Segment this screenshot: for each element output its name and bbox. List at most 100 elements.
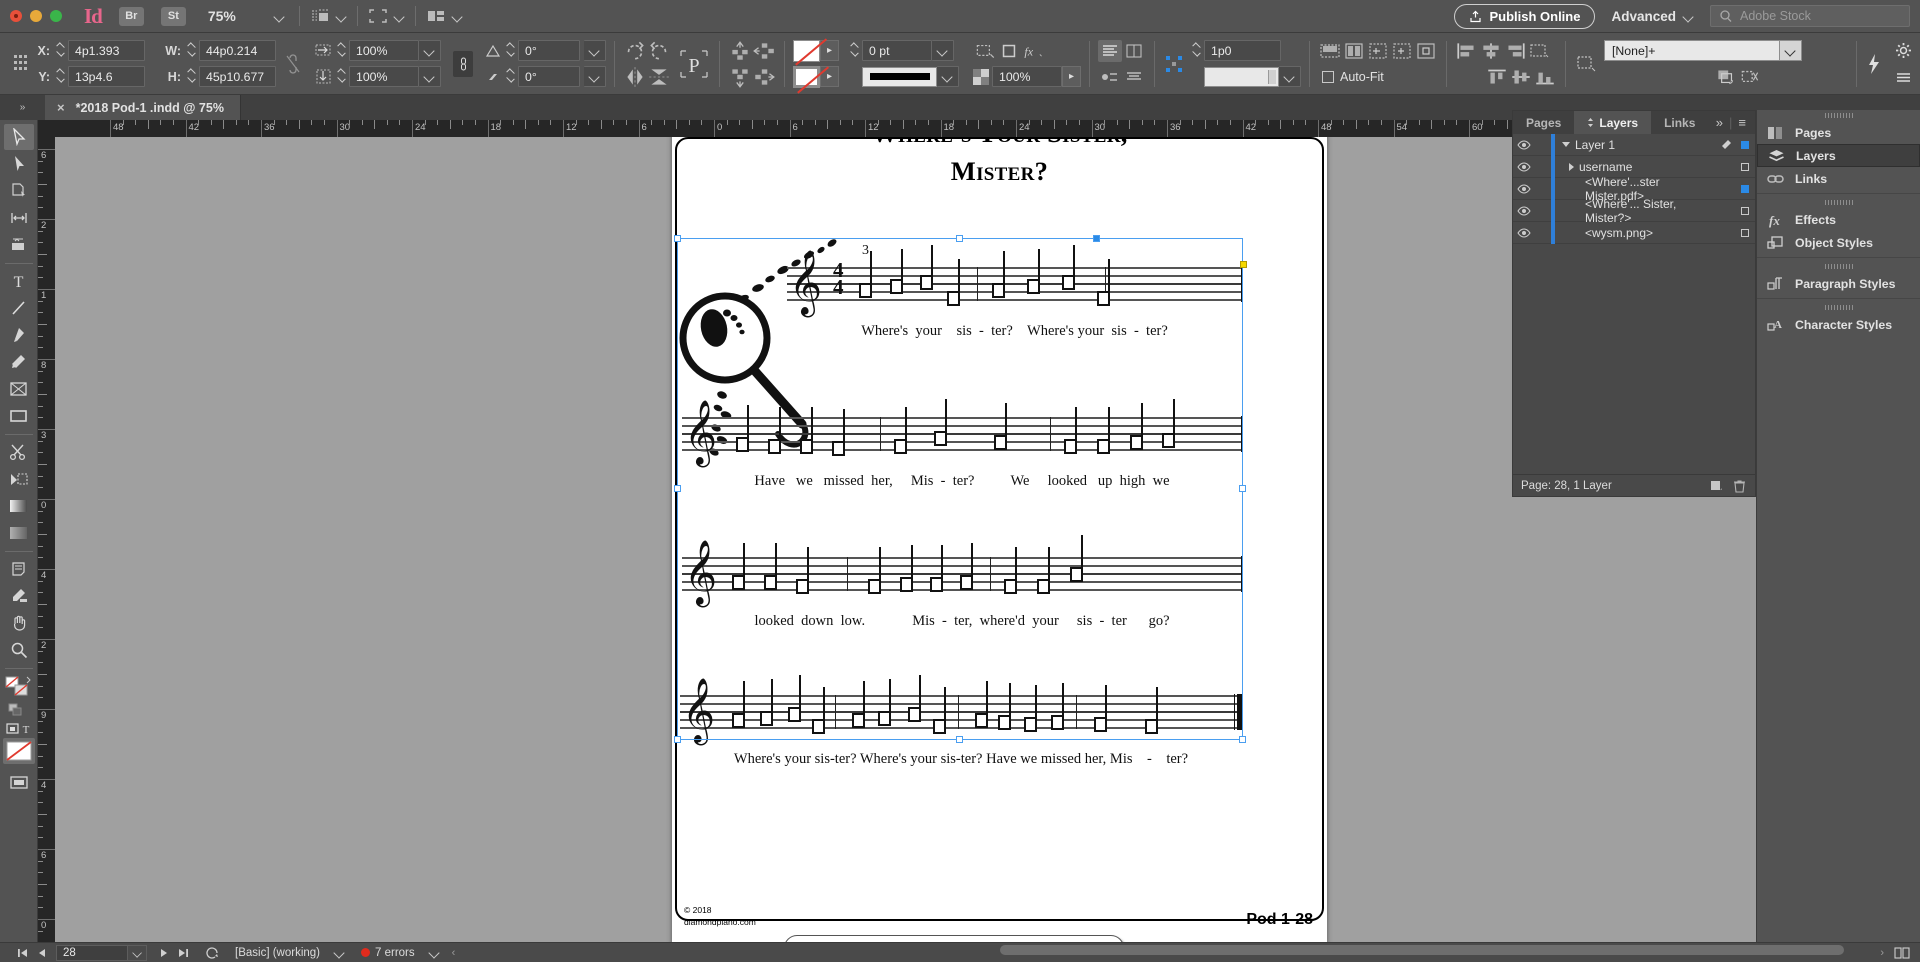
effects-fx-icon[interactable]: fx xyxy=(1021,40,1045,62)
stroke-type-preview[interactable] xyxy=(862,66,937,87)
preflight-status-icon[interactable] xyxy=(203,943,223,962)
layer-target-square[interactable] xyxy=(1735,228,1755,237)
dock-item-links[interactable]: Links xyxy=(1757,167,1920,190)
break-link-to-style-icon[interactable] xyxy=(1738,66,1762,88)
view-options-icon[interactable] xyxy=(310,8,330,24)
selection-handle-tr[interactable] xyxy=(1093,235,1100,242)
arrange-dropdown-icon[interactable] xyxy=(452,11,463,22)
layer-target-square[interactable] xyxy=(1735,184,1755,193)
opacity-input[interactable]: 100% xyxy=(992,66,1062,87)
hand-tool[interactable] xyxy=(4,610,34,636)
corner-radius-stepper[interactable] xyxy=(1191,42,1202,59)
stroke-weight-dropdown[interactable] xyxy=(932,40,954,61)
w-input[interactable]: 44p0.214 xyxy=(199,40,276,61)
bring-forward-icon[interactable] xyxy=(752,40,776,62)
align-text-top-icon[interactable] xyxy=(1098,39,1122,62)
fill-frame-proportionally-icon[interactable] xyxy=(1366,40,1390,62)
gradient-feather-tool[interactable] xyxy=(4,520,34,546)
layer-row[interactable]: <wysm.png> xyxy=(1513,221,1755,244)
layer-name-cell[interactable]: <wysm.png> xyxy=(1555,226,1717,240)
content-collector-tool[interactable] xyxy=(4,232,34,258)
flip-vertical-icon[interactable] xyxy=(647,66,671,88)
auto-fit-box[interactable] xyxy=(1322,70,1334,83)
chevron-down-icon[interactable] xyxy=(1562,142,1570,147)
workspace-dropdown-icon[interactable] xyxy=(1683,11,1694,22)
x-stepper[interactable] xyxy=(55,42,66,59)
screen-mode-icon[interactable] xyxy=(368,8,388,24)
gradient-swatch-tool[interactable] xyxy=(4,493,34,519)
scale-x-dropdown[interactable] xyxy=(419,40,441,61)
shear-dropdown[interactable] xyxy=(584,66,606,87)
dock-grip[interactable] xyxy=(1757,261,1920,272)
layer-visibility-toggle[interactable] xyxy=(1513,139,1535,150)
layer-edit-pencil-icon[interactable] xyxy=(1717,139,1735,150)
formatting-affects-container[interactable]: T xyxy=(4,719,34,737)
publish-online-button[interactable]: Publish Online xyxy=(1454,3,1596,29)
scissors-tool[interactable] xyxy=(4,439,34,465)
arrange-documents-icon[interactable] xyxy=(426,8,446,24)
reference-point-icon[interactable] xyxy=(12,47,28,81)
gap-tool[interactable] xyxy=(4,205,34,231)
tab-overflow-arrows[interactable]: » xyxy=(0,95,45,120)
selection-handle-ml[interactable] xyxy=(674,485,681,492)
align-text-bottom-icon[interactable] xyxy=(1122,66,1146,88)
page-number-dropdown[interactable] xyxy=(128,944,147,961)
opacity-dropdown[interactable]: ▸ xyxy=(1062,66,1081,87)
rotate-ccw-icon[interactable] xyxy=(647,40,671,62)
align-vertical-centers-icon[interactable] xyxy=(1509,66,1533,88)
stroke-weight-stepper[interactable] xyxy=(849,42,860,59)
stock-button[interactable]: St xyxy=(160,6,186,26)
selection-tool[interactable] xyxy=(3,124,34,150)
errors-dropdown-icon[interactable] xyxy=(429,947,440,958)
corner-radius-input[interactable]: 1p0 xyxy=(1204,40,1281,61)
frame-tool[interactable] xyxy=(4,376,34,402)
layer-target-square[interactable] xyxy=(1735,162,1755,171)
layer-target-square[interactable] xyxy=(1735,140,1755,149)
horizontal-scroll-track[interactable] xyxy=(455,944,1880,959)
align-top-edges-icon[interactable] xyxy=(1485,66,1509,88)
align-horizontal-centers-icon[interactable] xyxy=(1479,40,1503,62)
pencil-tool[interactable] xyxy=(4,349,34,375)
vertical-ruler[interactable]: 6 2 1 8 3 0 4 2 9 4 6 0 xyxy=(38,137,55,962)
frame-fitting-options-icon[interactable] xyxy=(1574,54,1598,74)
dock-grip[interactable] xyxy=(1757,197,1920,208)
dock-item-pages[interactable]: Pages xyxy=(1757,121,1920,144)
center-content-icon[interactable] xyxy=(1414,40,1438,62)
panel-menu-icon[interactable] xyxy=(1895,70,1912,84)
layer-name-cell[interactable]: username xyxy=(1555,160,1717,174)
selection-frame[interactable] xyxy=(674,235,1246,743)
selection-handle-mr[interactable] xyxy=(1239,485,1246,492)
apply-color-button[interactable] xyxy=(2,738,35,764)
auto-fit-checkbox[interactable]: Auto-Fit xyxy=(1322,70,1384,84)
window-controls[interactable] xyxy=(0,10,62,22)
stroke-type-dropdown[interactable] xyxy=(937,66,959,87)
fit-frame-to-content-icon[interactable] xyxy=(1342,40,1366,62)
stroke-swatch[interactable] xyxy=(793,65,829,93)
close-icon[interactable]: × xyxy=(57,100,65,115)
flip-horizontal-icon[interactable] xyxy=(623,66,647,88)
text-wrap-icon[interactable] xyxy=(973,40,997,62)
screen-mode-dropdown-icon[interactable] xyxy=(394,11,405,22)
scale-x-input[interactable]: 100% xyxy=(349,40,419,61)
corner-options-icon[interactable] xyxy=(997,40,1021,62)
document-tab[interactable]: × *2018 Pod-1 .indd @ 75% xyxy=(45,95,241,120)
layer-visibility-toggle[interactable] xyxy=(1513,205,1535,216)
layers-list[interactable]: Layer 1 username <Where'...ster Mister.p… xyxy=(1513,133,1755,244)
dock-item-layers[interactable]: Layers xyxy=(1757,144,1920,167)
view-options-dropdown-icon[interactable] xyxy=(336,11,347,22)
h-stepper[interactable] xyxy=(186,68,197,85)
y-input[interactable]: 13p4.6 xyxy=(68,66,145,87)
shear-stepper[interactable] xyxy=(505,68,516,85)
align-to-selection-icon[interactable] xyxy=(1527,40,1551,62)
default-fill-stroke[interactable] xyxy=(4,702,34,718)
document-layout-icon[interactable] xyxy=(1894,946,1910,959)
shear-input[interactable]: 0° xyxy=(518,66,580,87)
y-stepper[interactable] xyxy=(55,68,66,85)
song-title[interactable]: Where's Your Sister, Mister? xyxy=(672,137,1327,190)
maximize-window-button[interactable] xyxy=(50,10,62,22)
layer-target-square[interactable] xyxy=(1735,206,1755,215)
live-corner-handle[interactable] xyxy=(1240,261,1247,268)
selection-handle-tl[interactable] xyxy=(674,235,681,242)
bring-to-front-icon[interactable] xyxy=(728,40,752,62)
direct-selection-tool[interactable] xyxy=(4,151,34,177)
